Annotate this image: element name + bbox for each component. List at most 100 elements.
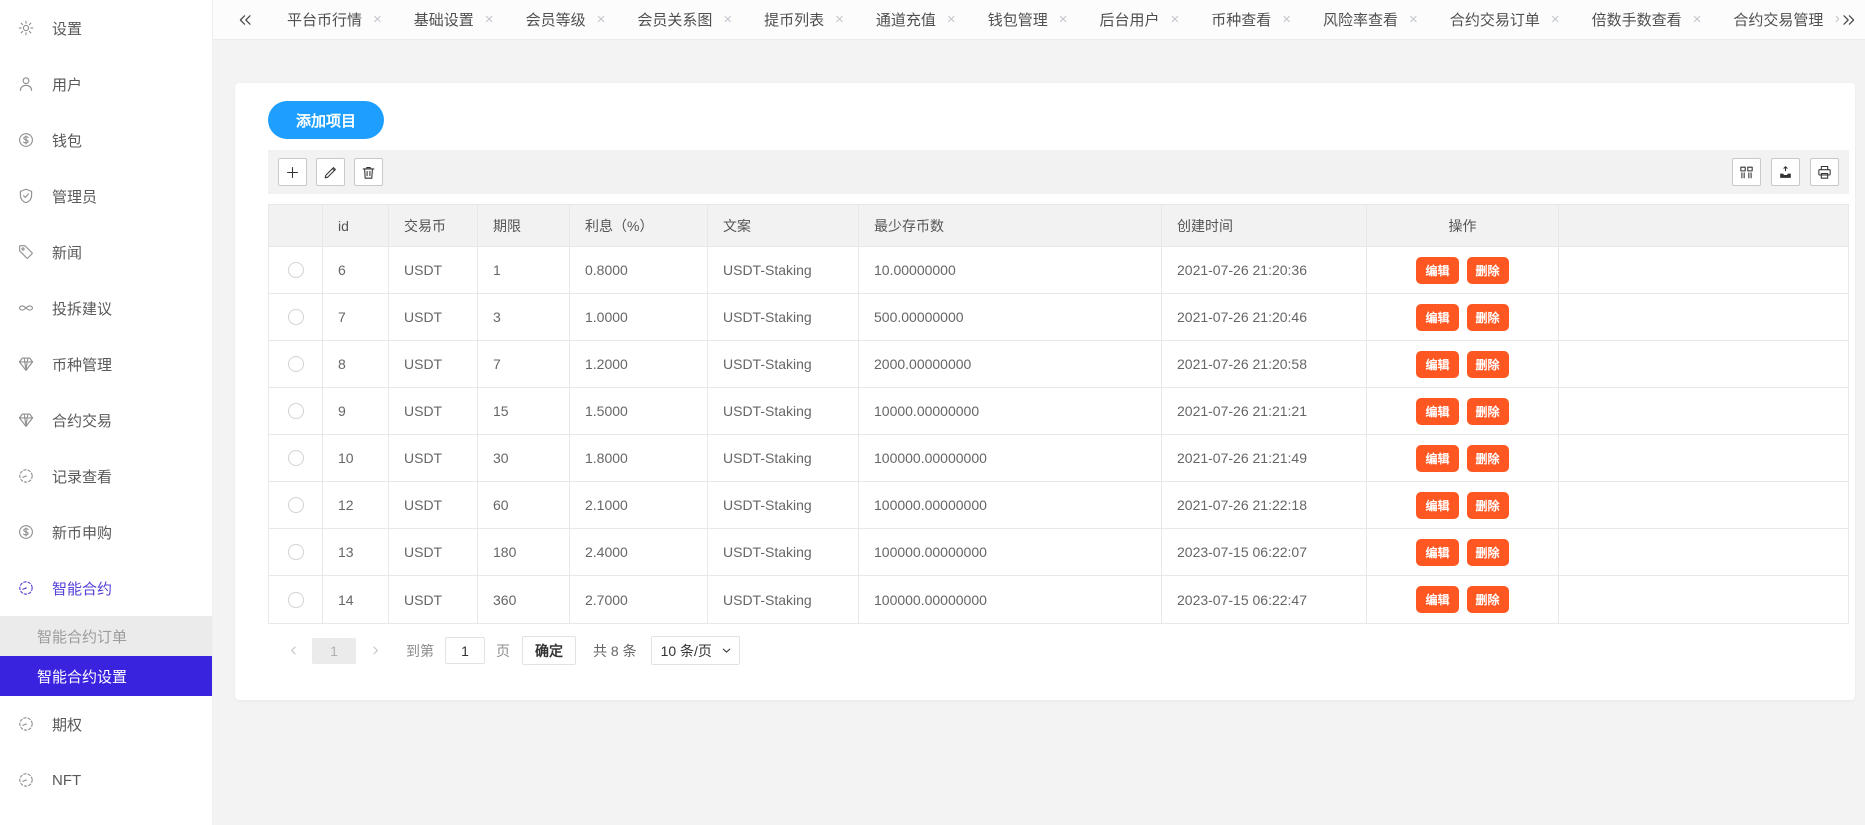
sidebar-item-wallet[interactable]: 钱包 (0, 112, 212, 168)
page-size-select[interactable]: 10 条/页 (651, 636, 740, 665)
edit-button[interactable]: 编辑 (1416, 351, 1458, 378)
row-select-cell (269, 576, 323, 623)
delete-button[interactable]: 删除 (1467, 257, 1509, 284)
tab-label: 合约交易管理 (1733, 9, 1823, 30)
sidebar-item-new-coin-subscribe[interactable]: 新币申购 (0, 504, 212, 560)
tab-close-icon[interactable]: × (1170, 12, 1179, 27)
sidebar-item-contract-trade[interactable]: 合约交易 (0, 392, 212, 448)
tab-admin-users[interactable]: 后台用户× (1083, 0, 1195, 39)
delete-button[interactable]: 删除 (1467, 586, 1509, 613)
cell-created: 2023-07-15 06:22:47 (1162, 576, 1367, 623)
pagination-next-button[interactable] (364, 639, 386, 663)
row-select-cell (269, 294, 323, 340)
sidebar: 设置用户钱包管理员新闻投拆建议币种管理合约交易记录查看新币申购智能合约智能合约订… (0, 0, 213, 825)
tab-close-icon[interactable]: × (947, 12, 956, 27)
tab-close-icon[interactable]: × (1693, 12, 1702, 27)
edit-button[interactable]: 编辑 (1416, 586, 1458, 613)
tab-platform-coin-market[interactable]: 平台币行情× (271, 0, 398, 39)
edit-button[interactable]: 编辑 (1416, 398, 1458, 425)
filter-columns-button[interactable] (1732, 158, 1761, 186)
table-toolbar (268, 150, 1849, 194)
row-select-radio[interactable] (288, 497, 304, 513)
sidebar-item-record-view[interactable]: 记录查看 (0, 448, 212, 504)
sidebar-item-feedback[interactable]: 投拆建议 (0, 280, 212, 336)
tab-close-icon[interactable]: × (485, 12, 494, 27)
row-actions-cell: 编辑删除 (1367, 576, 1559, 623)
tab-member-level[interactable]: 会员等级× (510, 0, 622, 39)
chevron-left-icon (286, 643, 301, 658)
tab-channel-recharge[interactable]: 通道充值× (860, 0, 972, 39)
export-button[interactable] (1771, 158, 1800, 186)
tab-basic-settings[interactable]: 基础设置× (398, 0, 510, 39)
sidebar-item-settings[interactable]: 设置 (0, 0, 212, 56)
delete-button[interactable]: 删除 (1467, 539, 1509, 566)
confirm-button[interactable]: 确定 (522, 636, 576, 665)
row-select-radio[interactable] (288, 450, 304, 466)
add-row-button[interactable] (278, 158, 307, 186)
delete-button[interactable]: 删除 (1467, 398, 1509, 425)
sidebar-item-coin-manage[interactable]: 币种管理 (0, 336, 212, 392)
tab-contract-trade-manage[interactable]: 合约交易管理× (1717, 0, 1839, 39)
tab-withdraw-list[interactable]: 提币列表× (748, 0, 860, 39)
tab-close-icon[interactable]: × (1409, 12, 1418, 27)
row-select-radio[interactable] (288, 356, 304, 372)
sidebar-subitem-smart-contract-orders[interactable]: 智能合约订单 (0, 616, 212, 656)
tab-member-relation-graph[interactable]: 会员关系图× (621, 0, 748, 39)
tab-multiplier-lots-view[interactable]: 倍数手数查看× (1576, 0, 1718, 39)
edit-button[interactable]: 编辑 (1416, 492, 1458, 519)
page-unit-label: 页 (496, 641, 510, 661)
row-select-radio[interactable] (288, 309, 304, 325)
tab-close-icon[interactable]: × (373, 12, 382, 27)
tabs-scroll-left-button[interactable] (235, 10, 255, 30)
tab-close-icon[interactable]: × (723, 12, 732, 27)
tab-label: 钱包管理 (988, 9, 1048, 30)
add-project-button[interactable]: 添加项目 (268, 101, 384, 139)
cell-period: 1 (478, 247, 570, 293)
sidebar-item-nft[interactable]: NFT (0, 752, 212, 808)
tabs-scroll-right-button[interactable] (1839, 10, 1859, 30)
row-select-radio[interactable] (288, 544, 304, 560)
delete-button[interactable]: 删除 (1467, 492, 1509, 519)
delete-button[interactable]: 删除 (1467, 304, 1509, 331)
tab-wallet-manage[interactable]: 钱包管理 × (972, 0, 1084, 39)
tab-close-icon[interactable]: × (1282, 12, 1291, 27)
sidebar-subitem-smart-contract-settings[interactable]: 智能合约设置 (0, 656, 212, 696)
sidebar-item-admins[interactable]: 管理员 (0, 168, 212, 224)
sidebar-item-news[interactable]: 新闻 (0, 224, 212, 280)
column-header (269, 205, 323, 246)
cell-id: 12 (323, 482, 389, 528)
tab-close-icon[interactable]: × (835, 12, 844, 27)
tab-risk-rate-view[interactable]: 风险率查看× (1307, 0, 1434, 39)
delete-button[interactable]: 删除 (1467, 351, 1509, 378)
sidebar-item-label: 用户 (52, 74, 82, 95)
table-row: 10USDT301.8000USDT-Staking100000.0000000… (269, 435, 1848, 482)
goto-page-input[interactable] (445, 637, 485, 664)
edit-button[interactable]: 编辑 (1416, 304, 1458, 331)
sidebar-item-options[interactable]: 期权 (0, 696, 212, 752)
row-select-radio[interactable] (288, 262, 304, 278)
pagination-current-page[interactable]: 1 (312, 638, 356, 664)
sidebar-item-users[interactable]: 用户 (0, 56, 212, 112)
tab-close-icon[interactable]: × (1059, 12, 1068, 27)
sidebar-item-smart-contract[interactable]: 智能合约 (0, 560, 212, 616)
delete-row-button[interactable] (354, 158, 383, 186)
edit-button[interactable]: 编辑 (1416, 257, 1458, 284)
tab-close-icon[interactable]: × (1551, 12, 1560, 27)
print-button[interactable] (1810, 158, 1839, 186)
table-row: 6USDT10.8000USDT-Staking10.000000002021-… (269, 247, 1848, 294)
row-select-cell (269, 435, 323, 481)
tab-contract-trade-orders[interactable]: 合约交易订单× (1434, 0, 1576, 39)
edit-row-button[interactable] (316, 158, 345, 186)
row-select-radio[interactable] (288, 403, 304, 419)
cell-min: 10.00000000 (859, 247, 1162, 293)
edit-button[interactable]: 编辑 (1416, 445, 1458, 472)
edit-button[interactable]: 编辑 (1416, 539, 1458, 566)
data-table: id交易币期限利息（%）文案最少存币数创建时间操作6USDT10.8000USD… (268, 204, 1849, 624)
pagination-prev-button[interactable] (282, 639, 304, 663)
tab-close-icon[interactable]: × (597, 12, 606, 27)
table-row: 13USDT1802.4000USDT-Staking100000.000000… (269, 529, 1848, 576)
row-select-radio[interactable] (288, 592, 304, 608)
cell-period: 180 (478, 529, 570, 575)
tab-coin-view[interactable]: 币种查看× (1195, 0, 1307, 39)
delete-button[interactable]: 删除 (1467, 445, 1509, 472)
